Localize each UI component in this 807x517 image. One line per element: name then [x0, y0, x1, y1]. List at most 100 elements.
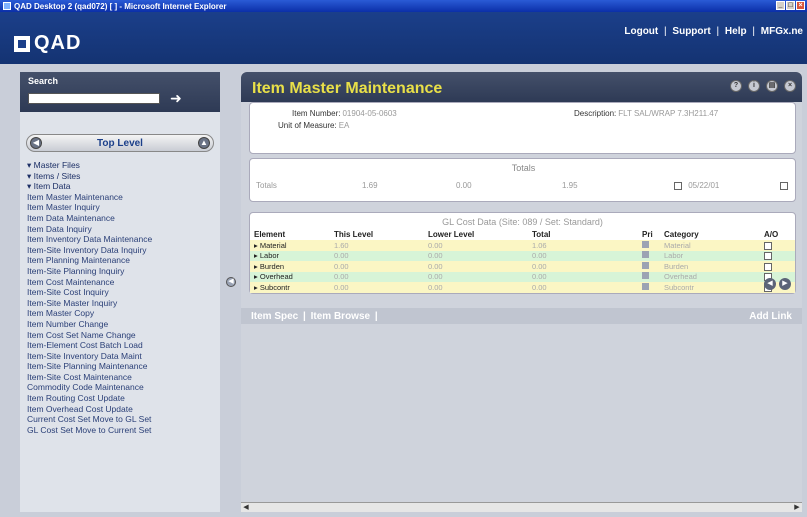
item-spec-link[interactable]: Item Spec [251, 311, 298, 322]
nav-item[interactable]: Item Routing Cost Update [27, 393, 213, 404]
nav-item[interactable]: Item Data Inquiry [27, 224, 213, 235]
gl-category-cell-value[interactable]: Labor [664, 251, 683, 260]
window-controls: _ □ × [776, 1, 805, 10]
back-circle-icon[interactable]: ◀ [30, 137, 42, 149]
nav-item[interactable]: Item-Site Cost Maintenance [27, 372, 213, 383]
nav-item-label: Item Master Maintenance [27, 191, 123, 202]
ao-checkbox[interactable] [764, 262, 772, 271]
totals-title: Totals [511, 163, 536, 173]
collapse-panel-handle-icon[interactable]: ◀ [226, 277, 236, 287]
nav-item[interactable]: Item Inventory Data Maintenance [27, 234, 213, 245]
maximize-button[interactable]: □ [786, 1, 795, 10]
pri-checkbox[interactable] [642, 240, 649, 248]
totals-checkbox[interactable] [674, 181, 682, 190]
nav-item[interactable]: Item-Site Master Inquiry [27, 298, 213, 309]
close-icon[interactable]: × [784, 80, 796, 92]
ao-checkbox[interactable] [764, 252, 772, 261]
gl-element-cell: ▸ Burden [250, 261, 330, 272]
nav-item[interactable]: Item-Site Inventory Data Inquiry [27, 245, 213, 256]
nav-item[interactable]: Item Number Change [27, 319, 213, 330]
print-icon[interactable]: ▤ [766, 80, 778, 92]
pri-checkbox[interactable] [642, 261, 649, 269]
search-input[interactable] [28, 93, 160, 104]
gl-total-cell-value[interactable]: 0.00 [532, 283, 547, 292]
search-go-arrow-icon[interactable]: ➜ [170, 90, 182, 107]
pri-checkbox[interactable] [642, 272, 649, 280]
help-icon[interactable]: ? [730, 80, 742, 92]
horizontal-scrollbar[interactable]: ◀ ▶ [241, 502, 802, 512]
nav-folder[interactable]: ▾ Master Files [27, 160, 213, 171]
nav-item[interactable]: Item-Site Cost Inquiry [27, 287, 213, 298]
up-circle-icon[interactable]: ▲ [198, 137, 210, 149]
nav-item[interactable]: Item Master Copy [27, 308, 213, 319]
gl-this-level-cell-value[interactable]: 0.00 [334, 283, 349, 292]
gl-category-cell: Material [660, 240, 760, 251]
nav-folder[interactable]: ▾ Item Data [27, 181, 213, 192]
link-separator: | [716, 26, 720, 37]
gl-category-cell-value[interactable]: Burden [664, 262, 688, 271]
gl-category-cell-value[interactable]: Overhead [664, 272, 697, 281]
gl-category-cell-value[interactable]: Material [664, 241, 691, 250]
uom-value[interactable]: EA [339, 121, 350, 130]
logout-link[interactable]: Logout [624, 26, 658, 37]
gl-lower-level-cell-value[interactable]: 0.00 [428, 241, 443, 250]
add-link-button[interactable]: Add Link [749, 311, 792, 322]
top-level-label[interactable]: Top Level [97, 138, 143, 149]
gl-total-cell-value[interactable]: 0.00 [532, 272, 547, 281]
gl-this-level-cell: 0.00 [330, 250, 424, 261]
description-value[interactable]: FLT SAL/WRAP 7.3H211.47 [618, 109, 718, 118]
nav-item-label: Item-Site Master Inquiry [27, 297, 118, 308]
totals-end-checkbox[interactable] [780, 181, 788, 190]
mfgx-link[interactable]: MFGx.ne [761, 26, 803, 37]
nav-item[interactable]: Item Master Inquiry [27, 202, 213, 213]
nav-item[interactable]: Item-Element Cost Batch Load [27, 340, 213, 351]
gl-this-level-cell-value[interactable]: 0.00 [334, 262, 349, 271]
nav-item[interactable]: Item-Site Inventory Data Maint [27, 351, 213, 362]
gl-this-level-cell-value[interactable]: 0.00 [334, 251, 349, 260]
nav-item[interactable]: Item Cost Maintenance [27, 277, 213, 288]
item-browse-link[interactable]: Item Browse [311, 311, 370, 322]
gl-total-cell-value[interactable]: 0.00 [532, 251, 547, 260]
gl-lower-level-cell-value[interactable]: 0.00 [428, 262, 443, 271]
gl-this-level-cell-value[interactable]: 0.00 [334, 272, 349, 281]
nav-item[interactable]: Item Master Maintenance [27, 192, 213, 203]
support-link[interactable]: Support [672, 26, 710, 37]
gl-category-cell: Overhead [660, 271, 760, 282]
gl-this-level-cell-value[interactable]: 1.60 [334, 241, 349, 250]
gl-element-cell: ▸ Material [250, 240, 330, 251]
scroll-left-arrow-icon[interactable]: ◀ [241, 503, 251, 512]
nav-item[interactable]: Current Cost Set Move to GL Set [27, 414, 213, 425]
ao-checkbox[interactable] [764, 241, 772, 250]
gl-lower-level-cell-value[interactable]: 0.00 [428, 251, 443, 260]
nav-folder[interactable]: ▾ Items / Sites [27, 171, 213, 182]
gl-total-cell-value[interactable]: 1.06 [532, 241, 547, 250]
scroll-right-arrow-icon[interactable]: ▶ [792, 503, 802, 512]
nav-item[interactable]: Item Data Maintenance [27, 213, 213, 224]
main-header: Item Master Maintenance ? i ▤ × [241, 72, 802, 102]
close-window-button[interactable]: × [796, 1, 805, 10]
help-link[interactable]: Help [725, 26, 747, 37]
item-number-value[interactable]: 01904-05-0603 [342, 109, 396, 118]
gl-cost-title: GL Cost Data (Site: 089 / Set: Standard) [442, 217, 603, 227]
minimize-button[interactable]: _ [776, 1, 785, 10]
gl-lower-level-cell-value[interactable]: 0.00 [428, 272, 443, 281]
nav-item[interactable]: Item Cost Set Name Change [27, 330, 213, 341]
gl-category-cell-value[interactable]: Subcontr [664, 283, 694, 292]
nav-item[interactable]: Commodity Code Maintenance [27, 382, 213, 393]
gl-category-cell: Subcontr [660, 282, 760, 293]
nav-item[interactable]: Item Overhead Cost Update [27, 404, 213, 415]
nav-item[interactable]: Item Planning Maintenance [27, 255, 213, 266]
nav-item[interactable]: GL Cost Set Move to Current Set [27, 425, 213, 436]
left-navigation-panel: Search ➜ ◀ Top Level ▲ ▾ Master Files ▾ I… [20, 72, 220, 512]
pri-checkbox[interactable] [642, 282, 649, 290]
prev-circle-icon[interactable]: ◀ [764, 278, 776, 290]
nav-item-label: Item-Element Cost Batch Load [27, 340, 143, 351]
gl-lower-level-cell-value[interactable]: 0.00 [428, 283, 443, 292]
gl-total-cell: 1.06 [528, 240, 638, 251]
gl-total-cell-value[interactable]: 0.00 [532, 262, 547, 271]
pri-checkbox[interactable] [642, 251, 649, 259]
nav-item[interactable]: Item-Site Planning Maintenance [27, 361, 213, 372]
next-circle-icon[interactable]: ▶ [779, 278, 791, 290]
nav-item[interactable]: Item-Site Planning Inquiry [27, 266, 213, 277]
info-icon[interactable]: i [748, 80, 760, 92]
